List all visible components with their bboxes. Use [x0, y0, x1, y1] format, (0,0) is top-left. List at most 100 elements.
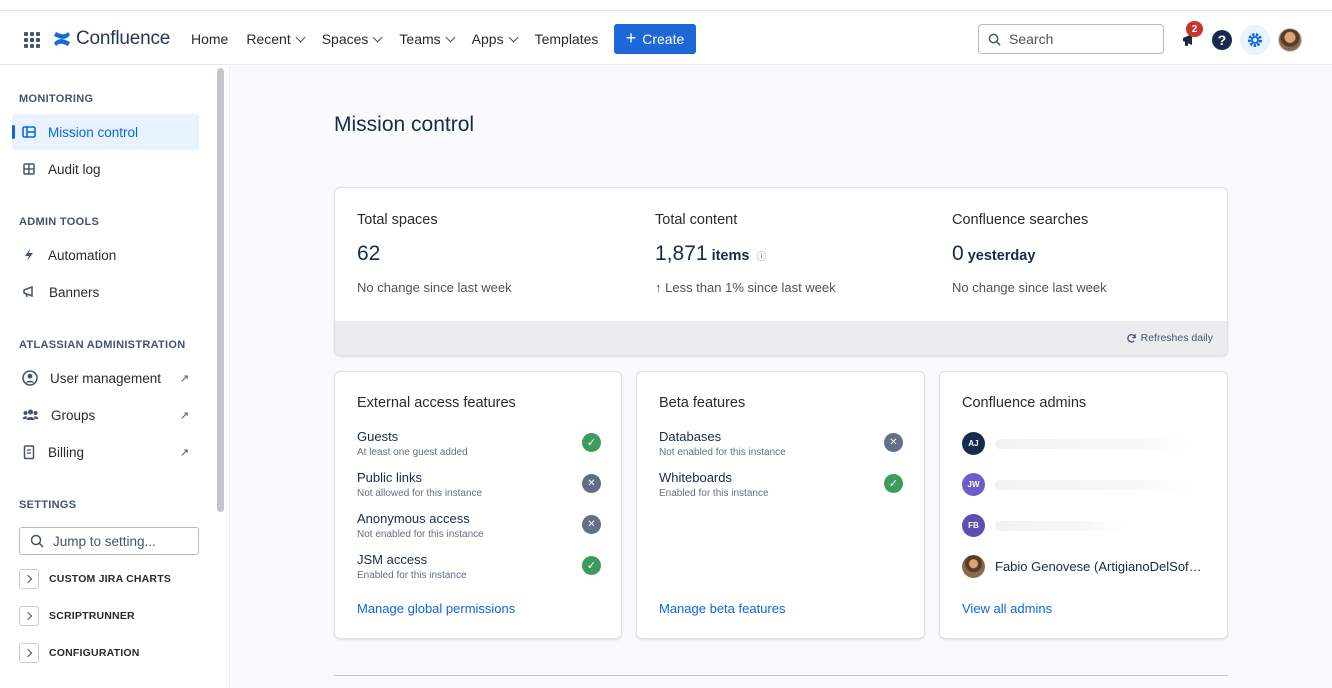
expand-configuration[interactable]: CONFIGURATION	[19, 643, 139, 663]
feature-name: Guests	[357, 429, 399, 444]
section-divider	[334, 675, 1228, 676]
feature-row-databases: Databases Not enabled for this instance …	[659, 429, 903, 458]
settings-button[interactable]	[1240, 25, 1270, 55]
create-button[interactable]: + Create	[614, 24, 696, 54]
expandable-label: CUSTOM JIRA CHARTS	[49, 573, 172, 585]
stat-change: No change since last week	[952, 280, 1107, 295]
feature-name: Databases	[659, 429, 722, 444]
admin-row[interactable]: JW	[962, 473, 1195, 496]
sidebar-item-groups[interactable]: Groups ↗	[12, 397, 199, 433]
admin-row[interactable]: Fabio Genovese (ArtigianoDelSof…	[962, 555, 1202, 578]
beta-features-card: Beta features Databases Not enabled for …	[636, 371, 925, 639]
notification-count-badge: 2	[1186, 21, 1203, 37]
lightning-icon	[25, 249, 33, 261]
chevron-right-icon[interactable]	[19, 606, 39, 626]
expandable-label: SCRIPTRUNNER	[49, 610, 135, 622]
expand-custom-jira-charts[interactable]: CUSTOM JIRA CHARTS	[19, 569, 171, 589]
feature-row-whiteboards: Whiteboards Enabled for this instance ✓	[659, 470, 903, 499]
search-icon	[30, 534, 44, 548]
feature-name: Whiteboards	[659, 470, 732, 485]
chevron-right-icon[interactable]	[19, 569, 39, 589]
feature-desc: Enabled for this instance	[659, 488, 769, 499]
manage-global-permissions-link[interactable]: Manage global permissions	[357, 601, 515, 616]
table-icon	[23, 163, 35, 175]
section-atlassian-administration: ATLASSIAN ADMINISTRATION	[19, 339, 186, 351]
search-input[interactable]: Search	[978, 24, 1164, 54]
info-icon[interactable]: ⓘ	[756, 248, 766, 263]
stat-label: Total spaces	[357, 212, 438, 228]
sidebar-item-audit-log[interactable]: Audit log	[12, 151, 199, 187]
stat-change: ↑ Less than 1% since last week	[655, 280, 836, 295]
nav-templates[interactable]: Templates	[535, 31, 599, 47]
create-button-label: Create	[642, 31, 685, 47]
check-circle-icon: ✓	[884, 474, 903, 493]
dashboard-icon	[22, 126, 36, 138]
card-title: External access features	[357, 395, 516, 411]
admin-row[interactable]: FB	[962, 514, 1125, 537]
manage-beta-features-link[interactable]: Manage beta features	[659, 601, 785, 616]
cross-circle-icon: ✕	[582, 474, 601, 493]
stat-value: 1,871 items ⓘ	[655, 242, 836, 266]
stat-total-content: Total content 1,871 items ⓘ ↑ Less than …	[655, 212, 836, 295]
stat-value: 62	[357, 242, 512, 266]
admin-sidebar: MONITORING Mission control Audit log ADM…	[0, 66, 230, 688]
sidebar-item-user-management[interactable]: User management ↗	[12, 360, 199, 396]
page-title: Mission control	[334, 113, 475, 136]
sidebar-item-automation[interactable]: Automation	[12, 237, 199, 273]
chevron-down-icon	[445, 32, 456, 42]
profile-avatar[interactable]	[1278, 28, 1302, 52]
nav-home-label: Home	[191, 31, 229, 47]
external-link-icon: ↗	[179, 373, 189, 385]
sidebar-scrollbar[interactable]	[217, 68, 224, 512]
nav-apps[interactable]: Apps	[471, 31, 519, 47]
external-link-icon: ↗	[179, 410, 189, 422]
stat-value: 0 yesterday	[952, 242, 1107, 266]
app-switcher-icon[interactable]	[24, 32, 40, 48]
card-title: Confluence admins	[962, 395, 1087, 411]
feature-row-anonymous-access: Anonymous access Not enabled for this in…	[357, 511, 601, 540]
jump-placeholder: Jump to setting...	[53, 533, 156, 549]
stats-footer: Refreshes daily	[335, 321, 1227, 355]
avatar: FB	[962, 514, 985, 537]
chevron-down-icon	[372, 32, 383, 42]
section-settings: SETTINGS	[19, 499, 77, 511]
stat-label: Total content	[655, 212, 738, 228]
jump-to-setting-input[interactable]: Jump to setting...	[19, 527, 199, 555]
admin-row[interactable]: AJ	[962, 432, 1195, 455]
main-content: Mission control Total spaces 62 No chang…	[231, 66, 1332, 688]
nav-recent[interactable]: Recent	[246, 31, 306, 47]
nav-spaces[interactable]: Spaces	[322, 31, 383, 47]
megaphone-icon	[23, 285, 33, 298]
nav-home[interactable]: Home	[191, 31, 228, 47]
external-access-card: External access features Guests At least…	[334, 371, 622, 639]
gear-icon	[1248, 33, 1262, 47]
search-icon	[988, 33, 1001, 46]
sidebar-item-label: Audit log	[48, 161, 101, 177]
feature-name: JSM access	[357, 552, 428, 567]
notifications-button[interactable]: 2	[1176, 21, 1204, 54]
view-all-admins-link[interactable]: View all admins	[962, 601, 1052, 616]
feature-name: Anonymous access	[357, 511, 470, 526]
sidebar-item-banners[interactable]: Banners	[12, 274, 199, 310]
refresh-icon	[1126, 333, 1136, 343]
help-icon[interactable]: ?	[1212, 30, 1232, 50]
user-circle-icon	[22, 370, 38, 386]
plus-icon: +	[625, 28, 637, 48]
check-circle-icon: ✓	[582, 433, 601, 452]
sidebar-item-label: Groups	[51, 407, 96, 423]
expand-scriptrunner[interactable]: SCRIPTRUNNER	[19, 606, 135, 626]
nav-templates-label: Templates	[534, 31, 599, 47]
external-link-icon: ↗	[179, 447, 189, 459]
sidebar-item-label: User management	[50, 370, 162, 386]
sidebar-item-mission-control[interactable]: Mission control	[12, 114, 199, 150]
feature-row-guests: Guests At least one guest added ✓	[357, 429, 601, 458]
sidebar-item-billing[interactable]: Billing ↗	[12, 434, 199, 470]
nav-teams[interactable]: Teams	[399, 31, 456, 47]
chevron-right-icon[interactable]	[19, 643, 39, 663]
feature-desc: Not enabled for this instance	[357, 529, 484, 540]
stat-change: No change since last week	[357, 280, 512, 295]
confluence-logo[interactable]: Confluence	[52, 27, 170, 51]
nav-apps-label: Apps	[471, 31, 504, 47]
sidebar-item-label: Mission control	[48, 124, 139, 140]
admin-name: Fabio Genovese (ArtigianoDelSof…	[995, 559, 1202, 574]
